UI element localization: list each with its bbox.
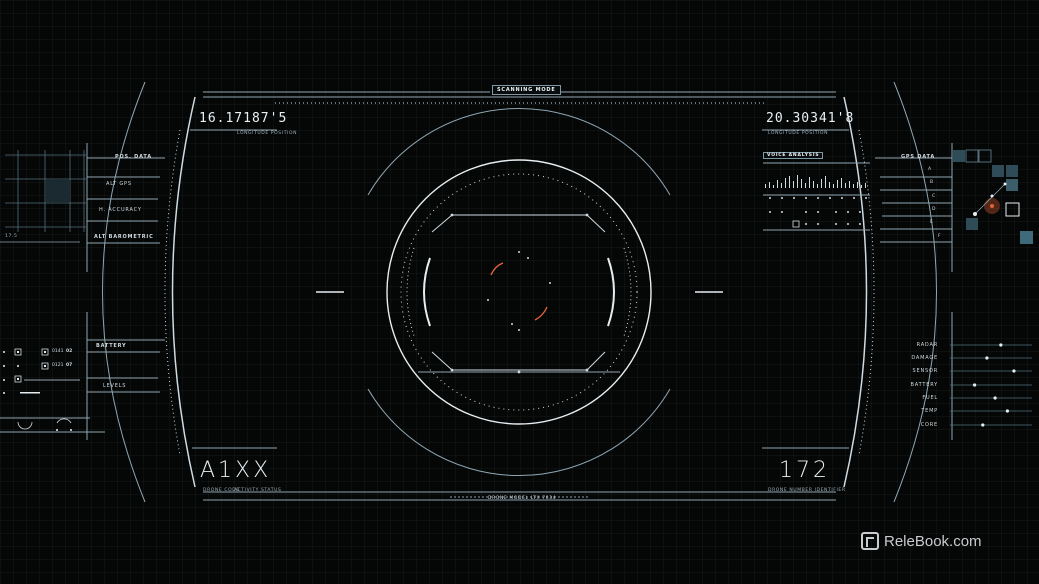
system-level-marker — [981, 423, 985, 427]
battery-label: BATTERY — [96, 343, 127, 349]
drone-code-value: A1XX — [200, 458, 272, 483]
system-label-damage: DAMAGE — [911, 355, 938, 361]
readout-3: 0121 — [52, 363, 64, 368]
right-longitude-caption: LONGITUDE POSITION — [768, 131, 829, 136]
watermark-text: ReleBook.com — [884, 533, 982, 550]
activity-status-caption: ACTIVITY STATUS — [234, 488, 282, 493]
main-ring — [386, 159, 652, 425]
system-level-tracks — [950, 344, 1032, 426]
alt-gps-label: ALT GPS — [106, 181, 132, 187]
system-label-fuel: FUEL — [922, 395, 938, 401]
pos-data-label: POS. DATA — [115, 154, 152, 160]
gps-letter-a: A — [928, 167, 932, 172]
drone-number-caption: DRONE NUMBER IDENTIFIER — [768, 488, 846, 493]
system-label-core: CORE — [920, 422, 938, 428]
system-label-temp: TEMP — [921, 408, 938, 414]
left-data-grid — [0, 150, 86, 243]
readout-4: 07 — [66, 363, 73, 368]
system-level-marker — [985, 356, 989, 360]
grid-small-value: 17.5 — [5, 234, 18, 239]
system-level-marker — [1005, 409, 1010, 413]
right-data-grid — [953, 149, 1033, 244]
readout-1: 0141 — [52, 349, 64, 354]
system-label-battery: BATTERY — [910, 382, 938, 388]
system-label-sensor: SENSOR — [912, 368, 938, 374]
drone-number-value: 172 — [779, 458, 830, 483]
voice-dots — [769, 197, 867, 225]
readout-2: 02 — [66, 349, 73, 354]
drone-model-caption: DRONE MODEL LTX 7034 — [488, 496, 557, 501]
system-level-marker — [993, 396, 997, 400]
gps-data-label: GPS DATA — [901, 154, 936, 160]
right-longitude-value: 20.30341'8 — [766, 111, 855, 126]
relebook-logo-icon — [861, 532, 879, 550]
left-status-icons — [14, 348, 80, 430]
system-label-radar: RADAR — [916, 342, 938, 348]
outer-arc-bottom — [367, 388, 671, 477]
system-level-marker — [1012, 369, 1016, 373]
gps-letter-d: D — [932, 207, 936, 212]
alt-barometric-label: ALT BAROMETRIC — [94, 234, 154, 240]
left-outer-arc — [102, 81, 146, 503]
outer-arc-top — [367, 107, 671, 196]
gps-letter-f: F — [938, 234, 941, 239]
voice-analysis-label: VOICE ANALYSIS — [763, 152, 824, 159]
gps-letter-e: E — [930, 220, 933, 225]
right-outer-arc — [893, 81, 937, 503]
voice-analysis-bars — [765, 175, 866, 188]
scanning-mode-label: SCANNING MODE — [492, 85, 561, 95]
left-longitude-value: 16.17187'5 — [199, 111, 288, 126]
h-accuracy-label: H. ACCURACY — [99, 207, 142, 213]
gps-letter-c: C — [932, 194, 936, 199]
dotted-ring — [400, 173, 638, 411]
target-accent — [490, 262, 548, 321]
gps-letter-b: B — [930, 180, 934, 185]
system-level-marker — [973, 383, 977, 387]
left-longitude-caption: LONGITUDE POSITION — [237, 131, 298, 136]
system-level-marker — [999, 343, 1003, 347]
levels-label: LEVELS — [103, 383, 127, 389]
watermark: ReleBook.com — [861, 532, 982, 550]
